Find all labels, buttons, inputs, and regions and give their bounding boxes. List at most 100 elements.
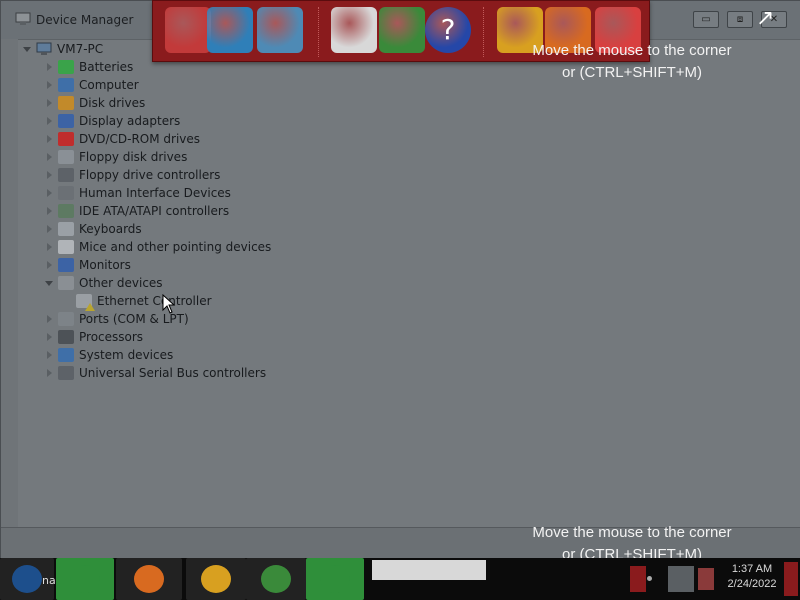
device-category[interactable]: Display adapters xyxy=(44,112,180,130)
hint-line: Move the mouse to the corner xyxy=(532,42,732,59)
device-category[interactable]: Other devices xyxy=(44,274,163,292)
hint-line: Move the mouse to the corner xyxy=(532,524,732,541)
device-label: Computer xyxy=(79,78,139,92)
other-devices-icon xyxy=(58,276,74,290)
tray-speaker-icon[interactable] xyxy=(698,568,714,590)
expand-toggle[interactable] xyxy=(44,350,54,360)
device-label: Human Interface Devices xyxy=(79,186,231,200)
expand-toggle[interactable] xyxy=(44,152,54,162)
expand-toggle[interactable] xyxy=(44,242,54,252)
device-category[interactable]: Universal Serial Bus controllers xyxy=(44,364,266,382)
folder-explorer-icon xyxy=(134,565,164,593)
hint-line: or (CTRL+SHIFT+M) xyxy=(561,64,702,81)
computer-icon xyxy=(58,78,74,92)
maximize-button[interactable]: ⧈ xyxy=(727,11,753,28)
expand-toggle[interactable] xyxy=(44,332,54,342)
expand-toggle[interactable] xyxy=(44,98,54,108)
device-category[interactable]: Batteries xyxy=(44,58,133,76)
expand-toggle[interactable] xyxy=(44,134,54,144)
folder-explorer-taskbar-button[interactable] xyxy=(116,558,182,600)
device-category[interactable]: DVD/CD-ROM drives xyxy=(44,130,200,148)
device-category[interactable]: Monitors xyxy=(44,256,131,274)
toolbar-separator xyxy=(318,7,319,57)
battery-icon xyxy=(58,60,74,74)
control-panel-icon[interactable] xyxy=(257,7,303,53)
minimize-button[interactable]: ▭ xyxy=(693,11,719,28)
internet-explorer-taskbar-button[interactable] xyxy=(56,558,114,600)
device-category[interactable]: Floppy disk drives xyxy=(44,148,187,166)
expand-toggle[interactable] xyxy=(22,44,32,54)
device-tree-pane[interactable]: VM7-PC Batteries Computer Disk drives Displ… xyxy=(18,39,800,527)
device-category[interactable]: Disk drives xyxy=(44,94,145,112)
device-category[interactable]: Keyboards xyxy=(44,220,142,238)
device-label: Processors xyxy=(79,330,144,344)
device-category[interactable]: Mice and other pointing devices xyxy=(44,238,271,256)
expand-toggle[interactable] xyxy=(44,80,54,90)
device-item[interactable]: Ethernet Controller xyxy=(76,292,212,311)
system-devices-icon xyxy=(58,348,74,362)
device-label: Universal Serial Bus controllers xyxy=(79,366,267,380)
tree-root[interactable]: VM7-PC xyxy=(22,40,103,58)
device-category[interactable]: Floppy drive controllers xyxy=(44,166,220,184)
show-desktop-button[interactable] xyxy=(784,562,798,596)
device-label: Floppy disk drives xyxy=(79,150,188,164)
floppy-disk-icon xyxy=(58,150,74,164)
device-category[interactable]: Processors xyxy=(44,328,143,346)
taskbar: na xyxy=(0,558,800,600)
santa-computer-icon[interactable] xyxy=(165,7,211,53)
media-player-icon xyxy=(201,565,231,593)
device-category[interactable]: System devices xyxy=(44,346,173,364)
expand-toggle[interactable] xyxy=(44,116,54,126)
ports-icon xyxy=(58,312,74,326)
clock-date: 2/24/2022 xyxy=(727,578,777,590)
start-label: na xyxy=(42,574,56,587)
device-category[interactable]: Computer xyxy=(44,76,139,94)
device-category[interactable]: Human Interface Devices xyxy=(44,184,231,202)
device-label: Monitors xyxy=(79,258,131,272)
device-manager-icon xyxy=(15,12,31,25)
windows-logo-icon[interactable] xyxy=(379,7,425,53)
device-label: System devices xyxy=(79,348,174,362)
toolbox-icon xyxy=(320,565,350,593)
disk-drive-icon xyxy=(58,96,74,110)
media-player-taskbar-button[interactable] xyxy=(186,558,246,600)
expand-toggle[interactable] xyxy=(44,224,54,234)
help-icon[interactable]: ? xyxy=(425,7,471,53)
device-label: Ethernet Controller xyxy=(97,294,212,308)
expand-toggle[interactable] xyxy=(44,206,54,216)
taskbar-clock[interactable]: 1:37 AM 2/24/2022 xyxy=(722,562,782,592)
floppy-controller-icon xyxy=(58,168,74,182)
toolbar-separator xyxy=(483,7,484,57)
device-label: Other devices xyxy=(79,276,163,290)
window-title: Device Manager xyxy=(36,13,134,27)
device-category[interactable]: IDE ATA/ATAPI controllers xyxy=(44,202,229,220)
expand-toggle[interactable] xyxy=(44,368,54,378)
globe-network-icon[interactable] xyxy=(207,7,253,53)
tray-network-icon[interactable] xyxy=(668,566,694,592)
device-label: Ports (COM & LPT) xyxy=(79,312,189,326)
expand-toggle[interactable] xyxy=(44,260,54,270)
ethernet-warning-icon xyxy=(76,294,95,311)
device-label: Floppy drive controllers xyxy=(79,168,221,182)
collapse-toggle[interactable] xyxy=(44,278,54,288)
device-label: Mice and other pointing devices xyxy=(79,240,272,254)
tree-root-label: VM7-PC xyxy=(57,42,104,56)
hid-icon xyxy=(58,186,74,200)
monitor-icon xyxy=(58,258,74,272)
usb-icon xyxy=(58,366,74,380)
clock-time: 1:37 AM xyxy=(731,563,773,575)
corner-hint-top: Move the mouse to the corner or (CTRL+SH… xyxy=(514,40,750,84)
mouse-icon xyxy=(58,240,74,254)
chrome-taskbar-button[interactable] xyxy=(246,558,306,600)
taskbar-thumbnail[interactable] xyxy=(372,560,486,580)
display-adapter-icon xyxy=(58,114,74,128)
expand-toggle[interactable] xyxy=(44,170,54,180)
device-label: Batteries xyxy=(79,60,134,74)
expand-toggle[interactable] xyxy=(44,188,54,198)
snowman-icon[interactable] xyxy=(331,7,377,53)
expand-toggle[interactable] xyxy=(44,314,54,324)
tray-flag-icon[interactable] xyxy=(630,566,646,592)
device-label: Display adapters xyxy=(79,114,181,128)
toolbox-taskbar-button[interactable] xyxy=(306,558,364,600)
expand-toggle[interactable] xyxy=(44,62,54,72)
